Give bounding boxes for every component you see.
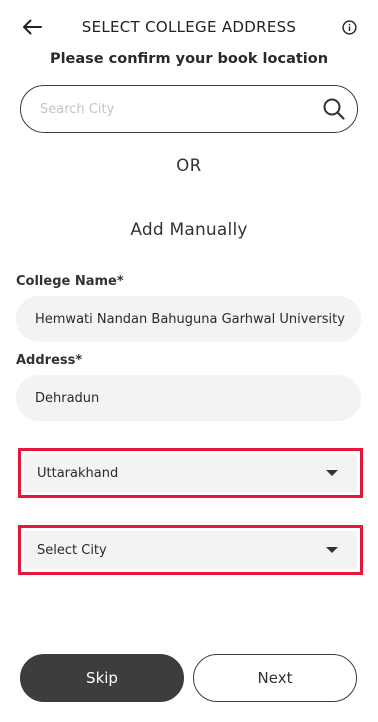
college-name-label: College Name* xyxy=(16,274,124,289)
header: SELECT COLLEGE ADDRESS xyxy=(0,0,378,54)
add-manually-title: Add Manually xyxy=(130,220,248,240)
chevron-down-icon xyxy=(326,470,338,476)
info-button[interactable] xyxy=(339,17,359,37)
city-select[interactable]: Select City xyxy=(24,531,357,569)
search-icon[interactable] xyxy=(311,86,357,132)
city-select-value: Select City xyxy=(37,542,107,558)
subtitle: Please confirm your book location xyxy=(49,51,329,67)
address-label: Address* xyxy=(16,353,83,368)
skip-button[interactable]: Skip xyxy=(20,654,184,702)
state-select-highlight: Uttarakhand xyxy=(18,448,363,498)
address-field[interactable]: Dehradun xyxy=(16,375,361,421)
or-divider: OR xyxy=(176,156,202,175)
search-city-input[interactable] xyxy=(21,86,311,132)
state-select-value: Uttarakhand xyxy=(37,465,119,481)
info-icon xyxy=(341,19,357,35)
search-box xyxy=(20,85,358,133)
chevron-down-icon xyxy=(326,547,338,553)
next-button[interactable]: Next xyxy=(193,654,357,702)
state-select[interactable]: Uttarakhand xyxy=(24,454,357,492)
page-title: SELECT COLLEGE ADDRESS xyxy=(81,18,297,36)
city-select-highlight: Select City xyxy=(18,525,363,575)
college-name-field[interactable]: Hemwati Nandan Bahuguna Garhwal Universi… xyxy=(16,296,361,342)
